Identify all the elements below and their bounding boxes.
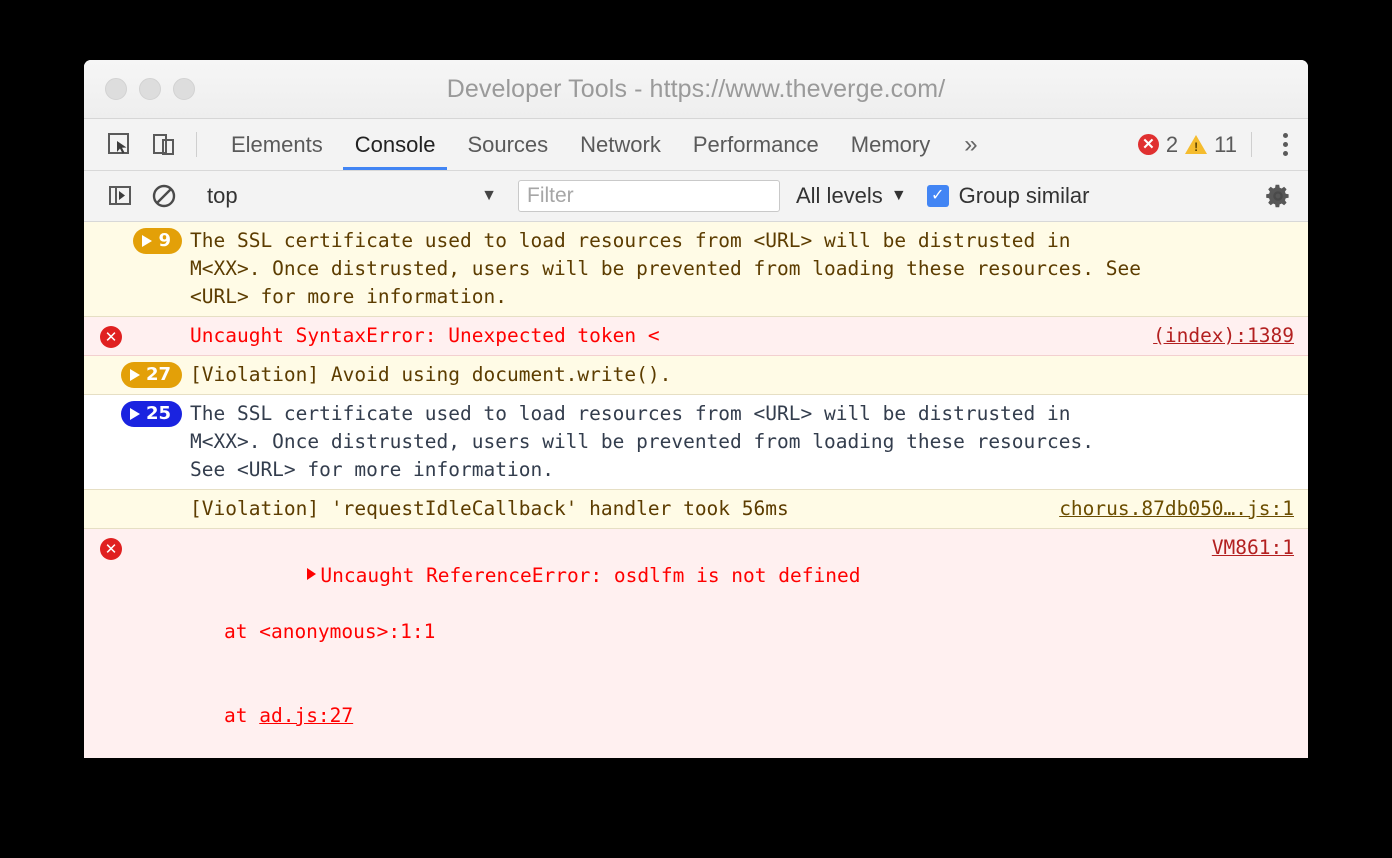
console-message-row[interactable]: ✕ Uncaught SyntaxError: Unexpected token… [84,317,1308,356]
counters-divider [1251,132,1252,157]
group-badge[interactable]: 27 [120,362,182,388]
message-gutter: ✕ [84,322,190,348]
error-icon: ✕ [100,538,122,560]
tab-console[interactable]: Console [339,119,452,170]
tab-sources[interactable]: Sources [451,119,564,170]
stack-frame-text: at [224,704,260,727]
tab-elements[interactable]: Elements [215,119,339,170]
minimize-button[interactable] [139,78,161,100]
tab-performance[interactable]: Performance [677,119,835,170]
device-toolbar-icon[interactable] [142,119,186,170]
console-message-list[interactable]: 9 The SSL certificate used to load resou… [84,222,1308,758]
toolbar-divider [196,132,197,157]
message-text: [Violation] 'requestIdleCallback' handle… [190,497,789,520]
group-count: 27 [145,364,171,385]
group-similar-checkbox[interactable]: ✓ [926,185,949,207]
error-count-label: 2 [1165,131,1179,157]
log-levels-label: All levels [796,183,883,208]
chevron-down-icon: ▼ [481,187,497,204]
source-link[interactable]: chorus.87db050….js:1 [1059,495,1294,523]
message-gutter: ✕ [84,534,190,560]
group-similar-toggle[interactable]: ✓ Group similar [926,183,1090,209]
stack-frame: at <anonymous>:1:1 [190,618,1202,646]
devtools-tabbar: Elements Console Sources Network Perform… [84,119,1308,171]
more-tabs-button[interactable]: » [946,119,991,170]
message-gutter: 25 [84,400,190,427]
warning-count-label: 11 [1214,131,1237,157]
error-icon: ✕ [100,326,122,348]
tab-memory[interactable]: Memory [835,119,946,170]
group-count: 25 [145,403,171,424]
tab-network[interactable]: Network [564,119,677,170]
clear-console-icon[interactable] [142,182,186,210]
console-message-row[interactable]: ✕ Uncaught ReferenceError: osdlfm is not… [84,529,1308,758]
warning-count-icon [1185,135,1208,154]
panel-tabs: Elements Console Sources Network Perform… [215,119,946,170]
console-message-row[interactable]: 9 The SSL certificate used to load resou… [84,222,1308,317]
expand-triangle-icon [129,408,140,420]
show-console-sidebar-icon[interactable] [98,183,142,209]
window-title: Developer Tools - https://www.theverge.c… [446,74,946,103]
zoom-button[interactable] [173,78,195,100]
expand-triangle-icon[interactable] [307,568,317,580]
inspect-cursor-icon[interactable] [98,119,142,170]
console-message-row[interactable]: 27 [Violation] Avoid using document.writ… [84,356,1308,395]
stack-frame-text: at <anonymous>:1:1 [224,620,436,643]
expand-triangle-icon [142,235,153,247]
message-text: The SSL certificate used to load resourc… [190,229,1141,308]
window-titlebar: Developer Tools - https://www.theverge.c… [84,60,1308,119]
screenshot-root: Developer Tools - https://www.theverge.c… [0,0,1392,858]
chevron-down-icon: ▼ [890,187,907,204]
stack-frame: at ad.js:27 [190,702,1202,730]
group-similar-label: Group similar [958,183,1090,208]
message-gutter: 27 [84,361,190,388]
error-count-icon: ✕ [1137,134,1159,155]
message-gutter [84,495,190,496]
group-count: 9 [158,230,171,251]
close-button[interactable] [105,78,127,100]
console-message-row[interactable]: [Violation] 'requestIdleCallback' handle… [84,490,1308,529]
source-link[interactable]: (index):1389 [1153,322,1294,350]
stack-frame-link[interactable]: ad.js:27 [259,704,353,727]
message-text: Uncaught ReferenceError: osdlfm is not d… [190,534,1212,758]
console-message-row[interactable]: 25 The SSL certificate used to load reso… [84,395,1308,490]
error-headline: Uncaught ReferenceError: osdlfm is not d… [320,564,861,587]
traffic-lights [105,78,195,100]
tabbar-spacer [992,119,1138,170]
kebab-menu-icon[interactable] [1262,119,1308,170]
log-levels-select[interactable]: All levels ▼ [796,183,907,209]
execution-context-select[interactable]: top ▼ [207,183,497,209]
gear-icon[interactable] [1256,182,1300,210]
issue-counters[interactable]: ✕ 2 11 [1137,119,1241,170]
group-badge[interactable]: 25 [120,401,182,427]
group-badge[interactable]: 9 [133,228,182,254]
filter-input[interactable] [518,180,780,212]
execution-context-value: top [207,183,238,208]
message-text: [Violation] Avoid using document.write()… [190,363,672,386]
message-text: Uncaught SyntaxError: Unexpected token < [190,324,660,347]
expand-triangle-icon [129,369,140,381]
devtools-window: Developer Tools - https://www.theverge.c… [84,60,1308,758]
console-filterbar: top ▼ All levels ▼ ✓ Group similar [84,171,1308,222]
source-link[interactable]: VM861:1 [1212,534,1294,562]
message-gutter: 9 [84,227,190,254]
message-text: The SSL certificate used to load resourc… [190,402,1094,481]
